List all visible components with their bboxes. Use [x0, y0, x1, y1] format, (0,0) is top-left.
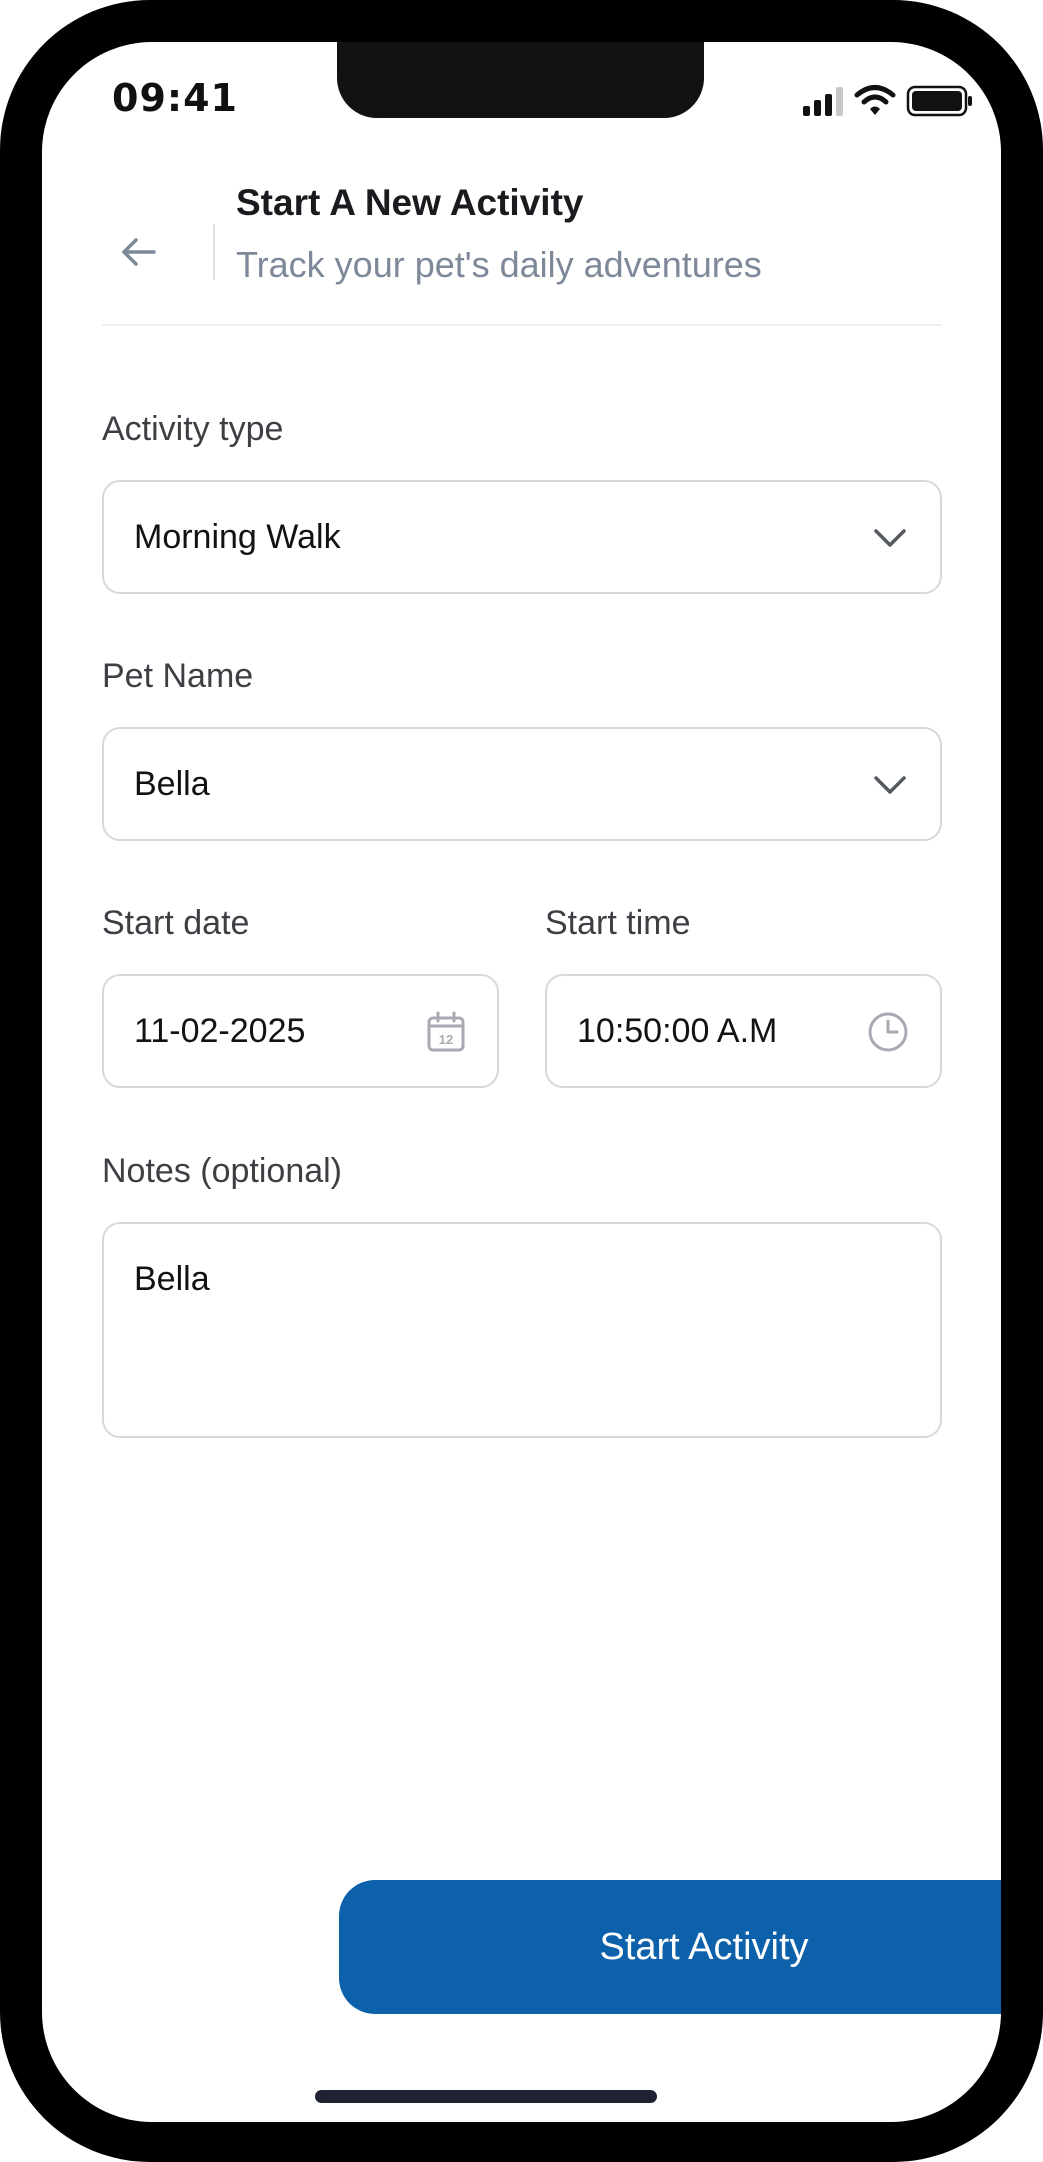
activity-type-value: Morning Walk — [134, 518, 341, 556]
app-screen: 09:41 Start A New Activity Track your pe… — [42, 42, 1001, 2122]
chevron-down-icon — [870, 518, 910, 558]
page-header: Start A New Activity Track your pet's da… — [102, 182, 942, 326]
status-icons — [803, 84, 973, 118]
status-time: 09:41 — [112, 76, 238, 120]
start-activity-label: Start Activity — [599, 1925, 809, 1968]
start-date-label: Start date — [102, 904, 250, 942]
start-time-input[interactable]: 10:50:00 A.M — [545, 974, 942, 1088]
battery-icon — [906, 85, 972, 117]
start-activity-button[interactable]: Start Activity — [339, 1880, 1001, 2014]
clock-icon[interactable] — [866, 1010, 910, 1054]
calendar-icon[interactable]: 12 — [425, 1010, 467, 1054]
start-time-value: 10:50:00 A.M — [577, 1012, 778, 1050]
notes-value: Bella — [134, 1260, 210, 1298]
notes-textarea[interactable]: Bella — [102, 1222, 942, 1438]
start-date-input[interactable]: 11-02-2025 12 — [102, 974, 499, 1088]
status-icons-svg — [803, 85, 972, 117]
pet-name-label: Pet Name — [102, 657, 254, 695]
notes-label: Notes (optional) — [102, 1152, 343, 1190]
back-button[interactable] — [108, 222, 168, 282]
header-divider — [213, 224, 215, 280]
wifi-icon — [854, 85, 896, 115]
home-indicator[interactable] — [315, 2090, 657, 2103]
activity-type-label: Activity type — [102, 410, 284, 448]
arrow-left-icon — [122, 238, 156, 266]
chevron-down-icon — [870, 765, 910, 805]
start-date-value: 11-02-2025 — [134, 1012, 306, 1050]
camera-notch — [337, 42, 704, 118]
page-title: Start A New Activity — [236, 182, 584, 223]
pet-name-value: Bella — [134, 765, 210, 803]
page-subtitle: Track your pet's daily adventures — [236, 244, 762, 285]
phone-frame: 09:41 Start A New Activity Track your pe… — [0, 0, 1043, 2162]
activity-type-select[interactable]: Morning Walk — [102, 480, 942, 594]
start-time-label: Start time — [545, 904, 691, 942]
pet-name-select[interactable]: Bella — [102, 727, 942, 841]
cellular-signal-icon — [803, 87, 843, 116]
calendar-icon-day: 12 — [439, 1032, 453, 1047]
